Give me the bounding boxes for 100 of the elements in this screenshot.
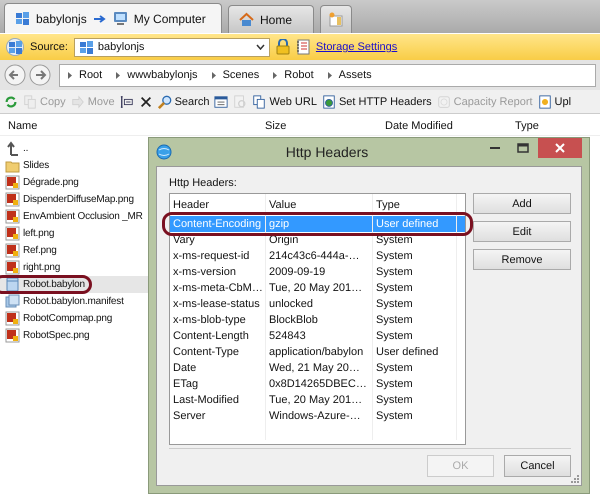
stacked-files-icon	[5, 294, 20, 309]
table-cell: User defined	[373, 344, 457, 360]
search-icon	[158, 94, 172, 108]
table-row[interactable]: Date Wed, 21 May 20… System	[170, 360, 465, 376]
column-header[interactable]: Date Modified	[377, 120, 507, 132]
caret-icon	[328, 72, 333, 78]
forward-button-icon[interactable]	[29, 64, 51, 86]
breadcrumb[interactable]: Scenes	[222, 69, 260, 81]
table-row[interactable]: Content-Type application/babylon User defined	[170, 344, 465, 360]
globe-icon	[156, 144, 172, 160]
tab-label: babylonjs	[36, 12, 87, 26]
new-tab-icon	[328, 12, 344, 27]
document-icon	[5, 277, 20, 292]
rename-icon	[120, 94, 134, 108]
column-header[interactable]: Size	[263, 120, 377, 132]
breadcrumb[interactable]: wwwbabylonjs	[127, 69, 198, 81]
file-row[interactable]: ..	[0, 140, 255, 157]
table-cell: System	[373, 328, 457, 344]
table-cell: System	[373, 232, 457, 248]
table-cell: x-ms-version	[170, 264, 266, 280]
table-cell: Tue, 20 May 201…	[266, 280, 373, 296]
table-cell: unlocked	[266, 296, 373, 312]
tab[interactable]: Home	[228, 5, 314, 33]
computer-icon	[112, 11, 128, 26]
arrow-icon	[92, 14, 107, 24]
source-dropdown[interactable]: babylonjs	[74, 38, 270, 56]
table-cell: Content-Length	[170, 328, 266, 344]
table-cell: gzip	[266, 216, 373, 232]
close-icon	[555, 143, 565, 153]
table-row[interactable]: Content-Length 524843 System	[170, 328, 465, 344]
toolbar-button[interactable]: Upl	[536, 92, 574, 112]
table-row[interactable]: x-ms-request-id 214c43c6-444a-… System	[170, 248, 465, 264]
table-cell: Vary	[170, 232, 266, 248]
image-file-icon	[5, 226, 20, 241]
document-icon	[538, 94, 552, 108]
file-row[interactable]: Slides	[0, 157, 255, 174]
table-cell: Content-Type	[170, 344, 266, 360]
table-cell: System	[373, 376, 457, 392]
table-cell: BlockBlob	[266, 312, 373, 328]
table-cell: x-ms-meta-CbM…	[170, 280, 266, 296]
notebook-icon	[296, 39, 310, 55]
table-cell: 0x8D14265DBEC…	[266, 376, 373, 392]
dialog-title: Http Headers	[284, 144, 370, 160]
table-cell: Tue, 20 May 201…	[266, 392, 373, 408]
tab[interactable]: babylonjs My Computer	[4, 3, 222, 33]
refresh-icon	[4, 94, 18, 108]
chevron-down-icon	[256, 44, 265, 50]
table-row[interactable]: x-ms-lease-status unlocked System	[170, 296, 465, 312]
caret-icon	[212, 72, 217, 78]
breadcrumb[interactable]: Robot	[284, 69, 314, 81]
image-file-icon	[5, 175, 20, 190]
breadcrumb[interactable]: Assets	[338, 69, 372, 81]
copy-icon	[23, 94, 37, 108]
resize-grip-icon	[571, 475, 579, 483]
table-cell: 214c43c6-444a-…	[266, 248, 373, 264]
padlock-icon	[276, 39, 290, 55]
minimize-icon	[490, 147, 500, 149]
table-cell: ETag	[170, 376, 266, 392]
action-button[interactable]: Remove	[473, 249, 571, 270]
column-header[interactable]: Type	[507, 120, 539, 132]
table-row[interactable]: x-ms-blob-type BlockBlob System	[170, 312, 465, 328]
table-row[interactable]: ETag 0x8D14265DBEC… System	[170, 376, 465, 392]
image-file-icon	[5, 243, 20, 258]
table-cell: User defined	[373, 216, 457, 232]
new-tab-button[interactable]	[320, 5, 352, 33]
tab-label: Home	[260, 12, 292, 26]
windows-logo-icon	[15, 11, 30, 26]
table-cell: System	[373, 312, 457, 328]
back-button-icon[interactable]	[4, 64, 26, 86]
table-cell: application/babylon	[266, 344, 373, 360]
pages-icon	[252, 94, 266, 108]
breadcrumb[interactable]: Root	[79, 69, 102, 81]
list-label: Http Headers:	[169, 177, 238, 189]
image-file-icon	[5, 260, 20, 275]
table-cell: System	[373, 280, 457, 296]
action-button[interactable]: Edit	[473, 221, 571, 242]
tab-label: My Computer	[134, 12, 206, 26]
toolbar-button[interactable]: Web URL	[250, 92, 319, 112]
table-cell: System	[373, 408, 457, 424]
table-cell: x-ms-request-id	[170, 248, 266, 264]
windows-logo-icon	[6, 38, 24, 56]
caret-icon	[68, 72, 73, 78]
table-cell: System	[373, 264, 457, 280]
table-row[interactable]: Server Windows-Azure-… System	[170, 408, 465, 424]
table-cell: 524843	[266, 328, 373, 344]
action-button[interactable]: Add	[473, 193, 571, 214]
column-header[interactable]: Name	[0, 120, 263, 132]
dialog-button[interactable]: Cancel	[504, 455, 571, 477]
storage-settings-link[interactable]: Storage Settings	[316, 41, 398, 53]
table-cell: Date	[170, 360, 266, 376]
house-icon	[239, 12, 254, 27]
image-file-icon	[5, 209, 20, 224]
arrow-icon	[70, 94, 85, 108]
image-file-icon	[5, 192, 20, 207]
toolbar-button[interactable]: Search	[156, 92, 212, 112]
table-cell: System	[373, 392, 457, 408]
table-row[interactable]: Last-Modified Tue, 20 May 201… System	[170, 392, 465, 408]
table-cell: 2009-09-19	[266, 264, 373, 280]
toolbar-button[interactable]: Set HTTP Headers	[320, 92, 434, 112]
address-field[interactable]: Root wwwbabylonjs Scenes Robot Assets	[59, 64, 596, 86]
